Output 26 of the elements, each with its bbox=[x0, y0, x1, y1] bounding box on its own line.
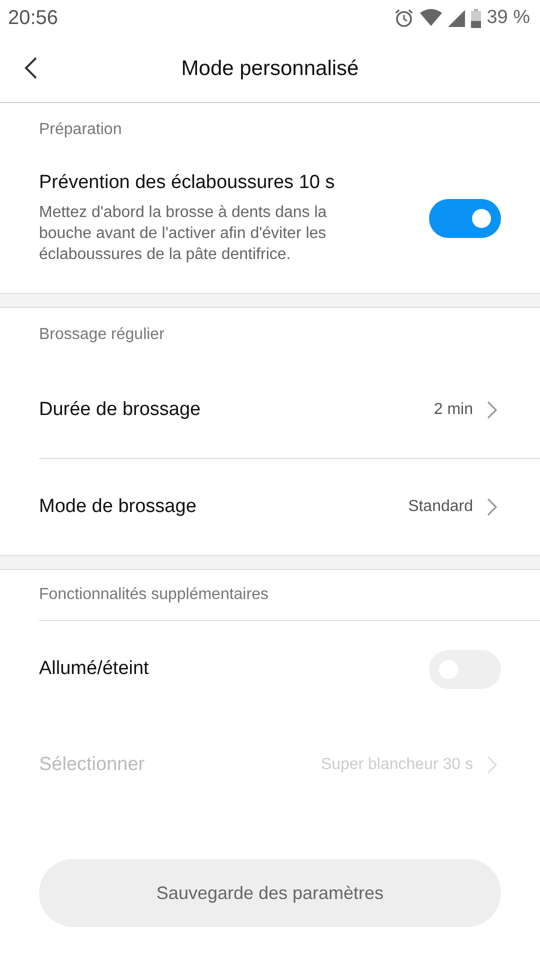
page-title: Mode personnalisé bbox=[181, 57, 359, 81]
battery-percentage: 39 % bbox=[486, 7, 530, 29]
signal-icon bbox=[448, 10, 465, 26]
setting-label: Prévention des éclaboussures 10 s bbox=[39, 172, 336, 194]
chevron-right-icon bbox=[487, 401, 497, 419]
setting-label: Mode de brossage bbox=[39, 496, 196, 518]
settings-row[interactable]: Durée de brossage 2 min bbox=[39, 362, 540, 459]
setting-label: Durée de brossage bbox=[39, 399, 201, 421]
setting-value: 2 min bbox=[434, 401, 473, 419]
status-time: 20:56 bbox=[8, 6, 58, 30]
setting-value: Standard bbox=[408, 498, 473, 516]
save-button[interactable]: Sauvegarde des paramètres bbox=[39, 859, 501, 927]
chevron-right-icon bbox=[487, 498, 497, 516]
back-button[interactable] bbox=[24, 56, 38, 80]
section-header: Brossage régulier bbox=[39, 326, 164, 344]
settings-row[interactable]: Mode de brossage Standard bbox=[39, 459, 540, 555]
wifi-icon bbox=[420, 9, 442, 27]
chevron-right-icon bbox=[487, 756, 497, 774]
section-header: Préparation bbox=[39, 121, 122, 139]
section-header: Fonctionnalités supplémentaires bbox=[39, 586, 268, 604]
battery-icon bbox=[470, 8, 481, 28]
setting-label: Allumé/éteint bbox=[39, 658, 150, 680]
setting-label: Sélectionner bbox=[39, 754, 145, 776]
toggle-switch[interactable] bbox=[429, 198, 501, 238]
alarm-icon bbox=[394, 8, 414, 28]
setting-description: Mettez d'abord la brosse à dents dans la bouche avant de l'activer afin d'éviter les éclaboussures de la pâte dentifrice. bbox=[39, 202, 328, 264]
